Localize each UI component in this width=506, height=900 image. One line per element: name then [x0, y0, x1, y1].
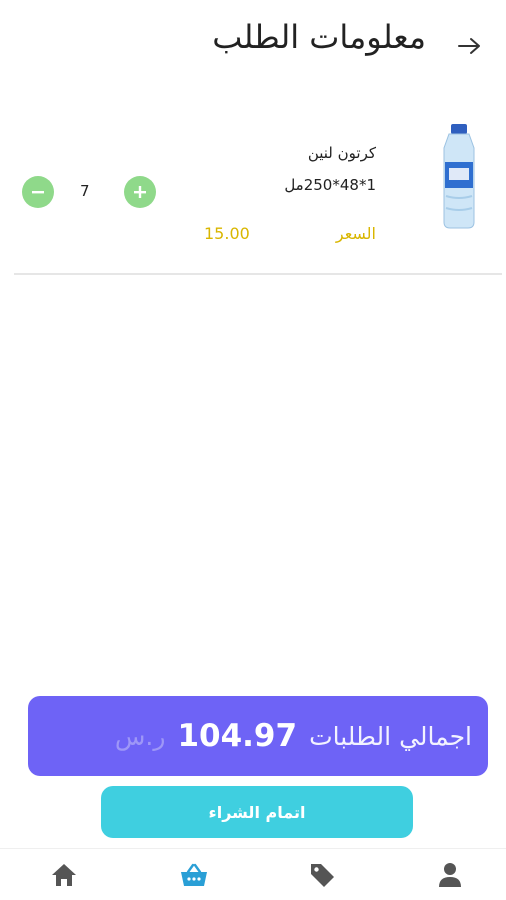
arrow-right-icon[interactable]: [452, 30, 488, 62]
tag-icon[interactable]: [304, 859, 340, 891]
price-label: السعر: [335, 224, 376, 243]
bottom-nav: [0, 848, 506, 900]
water-bottle-icon: [434, 122, 484, 230]
product-size: 1*48*250مل: [284, 176, 376, 194]
home-icon[interactable]: [46, 859, 82, 891]
basket-icon[interactable]: [176, 859, 212, 891]
product-name: كرتون لنين: [307, 144, 376, 162]
page-title: معلومات الطلب: [212, 18, 426, 56]
price-value: 15.00: [204, 224, 250, 243]
app-header: معلومات الطلب: [0, 0, 506, 90]
user-icon[interactable]: [432, 859, 468, 891]
total-amount: 104.97: [177, 718, 298, 754]
total-label: اجمالي الطلبات: [309, 721, 472, 751]
plus-circle-icon[interactable]: [124, 176, 156, 208]
quantity-value: 7: [80, 182, 90, 200]
currency-label: ر.س: [114, 721, 166, 751]
minus-circle-icon[interactable]: [22, 176, 54, 208]
order-total-bar: اجمالي الطلبات 104.97 ر.س: [28, 696, 488, 776]
order-item-card: كرتون لنين 1*48*250مل السعر 15.00 7: [14, 100, 502, 275]
checkout-button[interactable]: اتمام الشراء: [101, 786, 413, 838]
